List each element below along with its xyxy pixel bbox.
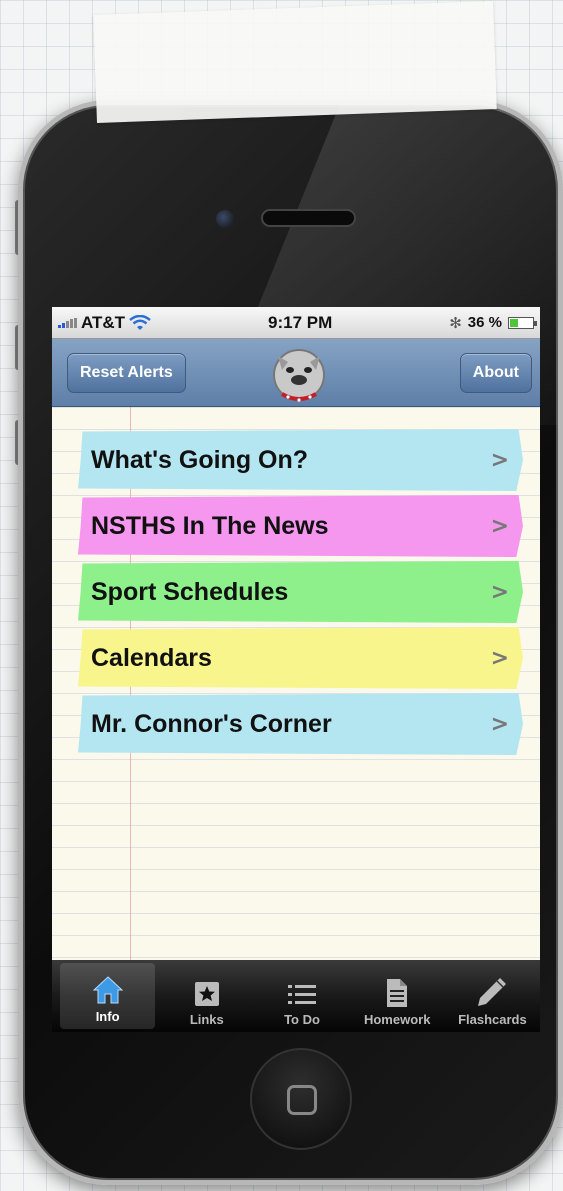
tab-links[interactable]: Links: [159, 960, 254, 1032]
clock: 9:17 PM: [268, 312, 333, 332]
menu-item-label: Mr. Connor's Corner: [91, 709, 332, 738]
menu-item-whats-going-on[interactable]: What's Going On? >: [78, 429, 523, 491]
menu-item-label: Sport Schedules: [91, 577, 289, 606]
bluetooth-icon: ✻: [449, 313, 462, 332]
tape-strip: [93, 1, 497, 123]
battery-icon: [508, 316, 537, 329]
tab-info[interactable]: Info: [60, 963, 156, 1029]
app-screen: AT&T 9:17 PM ✻ 36 % Reset Alerts About W…: [52, 307, 540, 1032]
earpiece-speaker: [261, 209, 356, 227]
front-camera: [216, 210, 234, 228]
pencil-icon: [478, 978, 507, 1006]
menu-item-calendars[interactable]: Calendars >: [78, 627, 523, 689]
tab-to-do[interactable]: To Do: [254, 960, 349, 1032]
tab-flashcards[interactable]: Flashcards: [445, 960, 540, 1032]
chevron-right-icon: >: [490, 711, 509, 737]
tab-bar: Info Links To Do Homework Flashcards: [52, 960, 540, 1032]
home-square-icon: [287, 1085, 317, 1115]
menu-item-label: Calendars: [91, 643, 212, 672]
tab-label: Links: [189, 1012, 224, 1027]
bulldog-logo-icon: [273, 349, 325, 402]
document-icon: [387, 979, 408, 1007]
chevron-right-icon: >: [490, 447, 509, 473]
chevron-right-icon: >: [490, 513, 509, 539]
menu-item-label: NSTHS In The News: [91, 511, 329, 540]
home-button[interactable]: [250, 1048, 352, 1150]
chevron-right-icon: >: [490, 645, 509, 671]
signal-icon: [58, 317, 77, 328]
menu-area: What's Going On? > NSTHS In The News > S…: [52, 407, 540, 986]
tab-label: Homework: [363, 1012, 431, 1027]
menu-item-nsths-in-the-news[interactable]: NSTHS In The News >: [78, 495, 523, 557]
star-icon: [194, 982, 219, 1006]
tab-label: To Do: [284, 1012, 320, 1027]
menu-item-mr-connors-corner[interactable]: Mr. Connor's Corner >: [78, 693, 523, 755]
navigation-bar: Reset Alerts About: [52, 339, 540, 407]
status-bar: AT&T 9:17 PM ✻ 36 %: [52, 307, 540, 339]
home-icon: [92, 976, 123, 1004]
wifi-icon: [129, 314, 151, 330]
list-icon: [288, 985, 316, 1004]
chevron-right-icon: >: [490, 579, 509, 605]
tab-homework[interactable]: Homework: [350, 960, 445, 1032]
menu-item-sport-schedules[interactable]: Sport Schedules >: [78, 561, 523, 623]
tab-label: Flashcards: [458, 1012, 527, 1027]
carrier-label: AT&T: [81, 312, 126, 332]
about-button[interactable]: About: [459, 353, 532, 393]
menu-item-label: What's Going On?: [91, 445, 309, 474]
tab-label: Info: [95, 1009, 120, 1024]
battery-percentage: 36 %: [467, 314, 502, 331]
reset-alerts-button[interactable]: Reset Alerts: [67, 353, 186, 393]
